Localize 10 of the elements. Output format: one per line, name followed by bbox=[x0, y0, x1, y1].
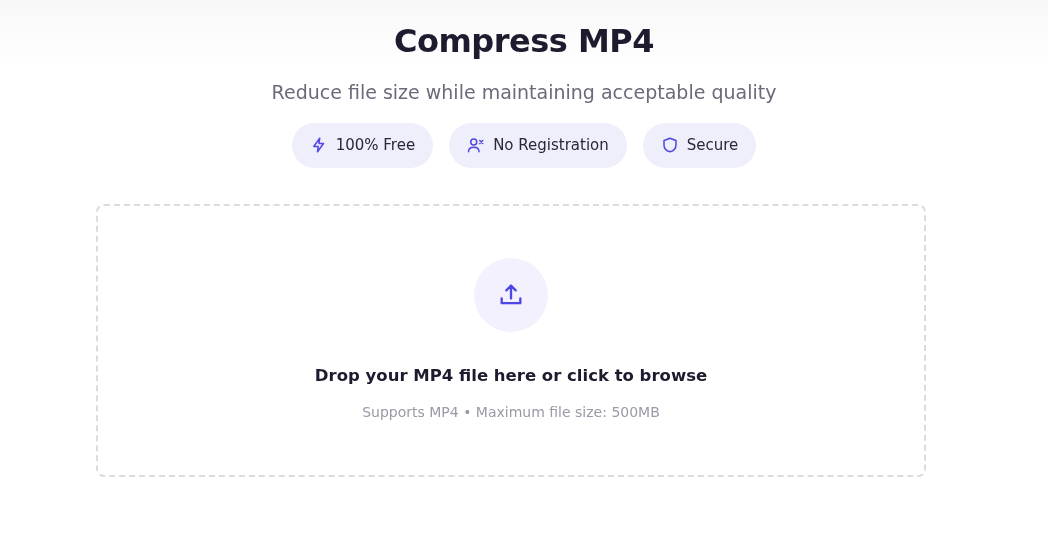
page-title: Compress MP4 bbox=[394, 22, 654, 61]
subtitle: Reduce file size while maintaining acceptable quality bbox=[271, 80, 777, 106]
file-limits-note: Supports MP4 • Maximum file size: 500MB bbox=[362, 403, 660, 423]
feature-badge: Secure bbox=[642, 122, 757, 168]
drop-instruction: Drop your MP4 file here or click to browse bbox=[314, 364, 708, 387]
drop-zone[interactable]: Drop your MP4 file here or click to browse Supports MP4 • Maximum file size: 500MB bbox=[96, 203, 926, 477]
user-remove-icon bbox=[467, 136, 486, 155]
shield-icon bbox=[660, 136, 679, 155]
feature-badge: 100% Free bbox=[291, 122, 434, 168]
feature-badge: No Registration bbox=[449, 122, 627, 168]
